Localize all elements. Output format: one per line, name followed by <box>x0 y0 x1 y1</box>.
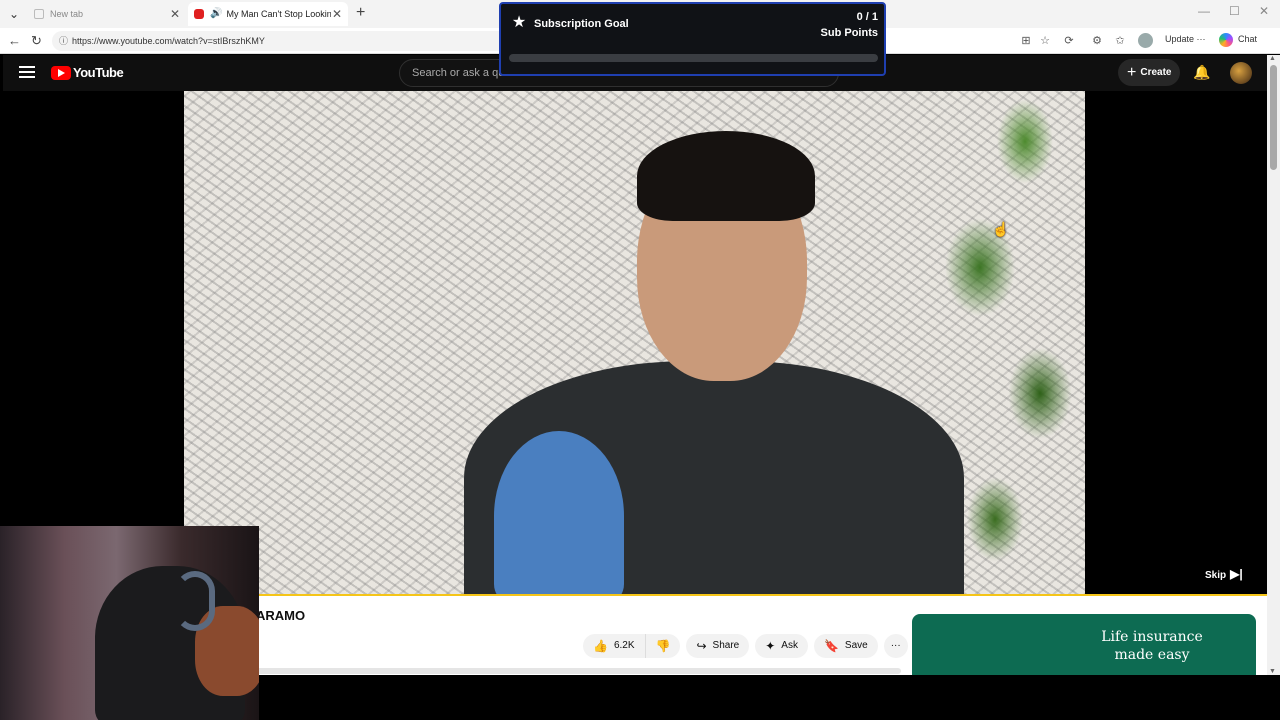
save-button[interactable]: 🔖 Save <box>813 634 878 658</box>
description-box[interactable] <box>256 668 901 674</box>
reload-icon[interactable]: ↻ <box>31 33 42 49</box>
tab-close-icon[interactable]: ✕ <box>170 2 180 26</box>
headphones-graphic <box>175 571 215 631</box>
favorites-icon[interactable]: ✩ <box>1113 34 1127 48</box>
video-frame[interactable] <box>184 91 1085 595</box>
url-text: https://www.youtube.com/watch?v=stIBrszh… <box>72 36 265 46</box>
webcam-overlay <box>0 526 259 720</box>
goal-progress-track <box>509 54 878 62</box>
skip-label: Skip <box>1205 570 1227 581</box>
video-actions: 👍 6.2K 👎 ↪ Share ✦ Ask 🔖 Save ··· <box>583 634 908 658</box>
share-button[interactable]: ↪ Share <box>686 634 750 658</box>
app-available-icon[interactable]: ⊞ <box>1019 34 1033 48</box>
new-tab-button[interactable]: + <box>356 4 365 22</box>
update-label: Update <box>1165 34 1195 44</box>
share-label: Share <box>712 640 740 651</box>
youtube-wordmark: YouTube <box>73 65 124 80</box>
youtube-logo[interactable]: YouTube <box>51 65 124 80</box>
sponsored-ad-banner[interactable]: Life insurance made easy <box>912 614 1256 675</box>
person-hair-graphic <box>637 131 815 221</box>
new-tab-favicon-icon <box>34 9 44 19</box>
site-info-icon[interactable]: ⓘ <box>59 31 68 51</box>
bottom-black-area <box>259 676 1280 720</box>
create-button[interactable]: + Create <box>1118 59 1180 86</box>
like-count: 6.2K <box>613 640 635 651</box>
youtube-favicon-icon <box>194 9 204 19</box>
favorite-star-icon[interactable]: ☆ <box>1038 34 1052 48</box>
ask-button[interactable]: ✦ Ask <box>755 634 808 658</box>
extension-icon[interactable]: ⚙ <box>1090 34 1104 48</box>
thumbs-up-icon: 👍 <box>593 639 608 653</box>
tab-title: My Man Can't Stop Looking a <box>226 9 332 19</box>
plus-icon: + <box>1127 64 1137 81</box>
maximize-icon[interactable]: ☐ <box>1229 4 1240 18</box>
sparkle-icon: ✦ <box>765 639 776 653</box>
tab-search-chevron-icon[interactable]: ⌄ <box>6 6 22 22</box>
skip-ad-button[interactable]: Skip ▶| <box>1205 567 1243 581</box>
podcast-microphone-graphic <box>494 431 624 595</box>
goal-unit: Sub Points <box>820 27 878 39</box>
more-actions-button[interactable]: ··· <box>883 634 908 658</box>
star-badge-icon: ★ <box>511 14 527 31</box>
close-icon[interactable]: ✕ <box>1259 4 1269 18</box>
dislike-button[interactable]: 👎 <box>644 634 681 658</box>
skip-next-icon: ▶| <box>1230 567 1243 581</box>
back-arrow-icon[interactable]: ← <box>8 33 21 49</box>
minimize-icon[interactable]: — <box>1198 4 1210 18</box>
youtube-play-icon <box>51 65 71 80</box>
like-button[interactable]: 👍 6.2K <box>583 634 645 658</box>
copilot-icon[interactable] <box>1219 33 1233 47</box>
create-label: Create <box>1140 67 1172 78</box>
scroll-up-arrow-icon[interactable]: ▲ <box>1269 55 1276 62</box>
chat-button[interactable]: Chat <box>1238 34 1257 44</box>
account-avatar[interactable] <box>1230 62 1252 84</box>
scroll-down-arrow-icon[interactable]: ▼ <box>1269 668 1276 675</box>
thumbs-down-icon: 👎 <box>655 639 671 653</box>
tab-title: New tab <box>50 9 84 19</box>
subscription-goal-widget: ★ Subscription Goal 0 / 1 Sub Points <box>499 2 886 76</box>
menu-hamburger-icon[interactable] <box>19 66 35 78</box>
ad-text: Life insurance made easy <box>1101 629 1203 663</box>
bookmark-icon: 🔖 <box>823 639 839 653</box>
speaker-icon[interactable]: 🔊 <box>210 2 222 26</box>
ask-label: Ask <box>781 640 798 651</box>
tab-youtube-video[interactable]: 🔊 My Man Can't Stop Looking a ✕ <box>188 2 348 26</box>
update-button[interactable]: Update ··· <box>1165 34 1206 44</box>
profile-avatar[interactable] <box>1138 33 1153 48</box>
page-scrollbar[interactable]: ▲ ▼ <box>1267 55 1280 675</box>
goal-count: 0 / 1 <box>856 11 878 23</box>
video-player[interactable]: Skip ▶| ☝ <box>3 91 1267 595</box>
tab-close-icon[interactable]: ✕ <box>332 2 342 26</box>
notifications-bell-icon[interactable]: 🔔 <box>1193 64 1210 81</box>
refresh-extension-icon[interactable]: ⟳ <box>1062 34 1076 48</box>
mouse-cursor-icon: ☝ <box>992 221 1010 237</box>
save-label: Save <box>844 640 868 651</box>
goal-title: Subscription Goal <box>534 18 629 30</box>
share-arrow-icon: ↪ <box>696 639 707 653</box>
scrollbar-thumb[interactable] <box>1270 65 1277 170</box>
more-horizontal-icon: ··· <box>890 640 901 651</box>
video-title: ARAMO <box>256 608 306 623</box>
tab-new-tab[interactable]: New tab ✕ <box>30 2 186 26</box>
like-dislike-group: 👍 6.2K 👎 <box>583 634 681 658</box>
